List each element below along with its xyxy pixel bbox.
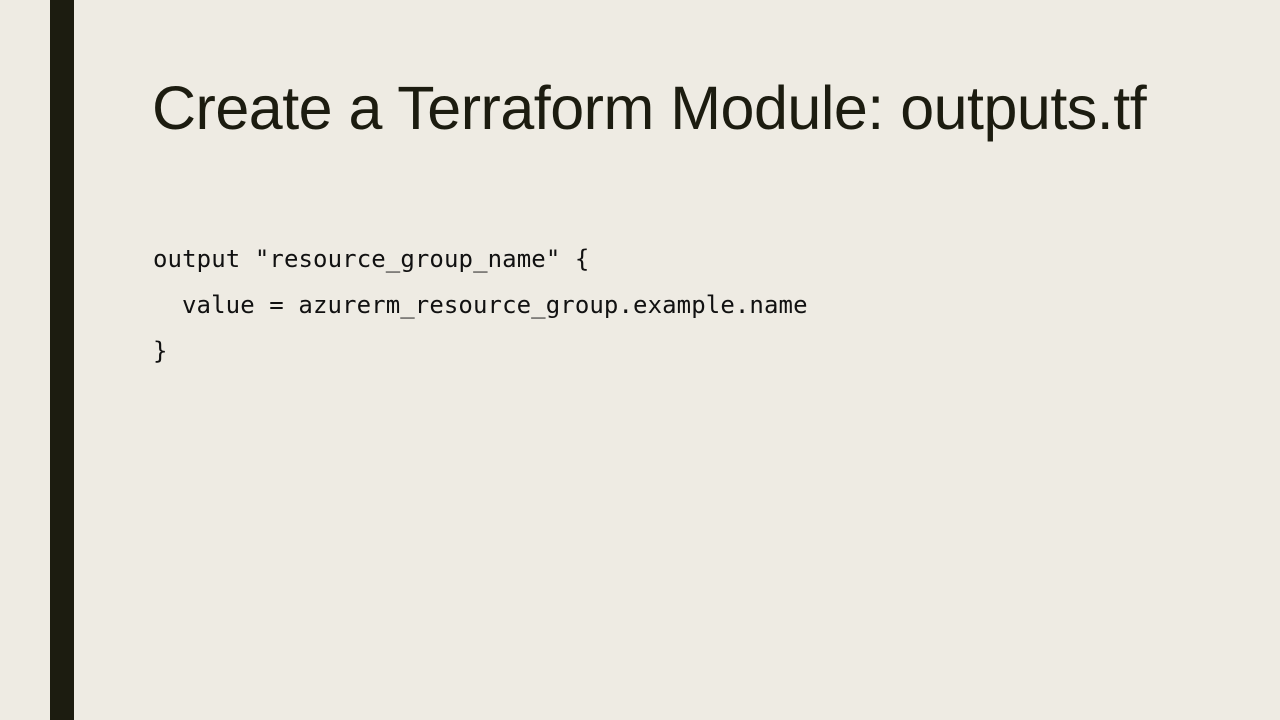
slide: Create a Terraform Module: outputs.tf ou… [0,0,1280,720]
code-line: output "resource_group_name" { [153,245,590,273]
code-line: } [153,337,168,365]
accent-bar [50,0,74,720]
code-block: output "resource_group_name" { value = a… [153,236,808,374]
slide-title: Create a Terraform Module: outputs.tf [152,74,1147,142]
code-line: value = azurerm_resource_group.example.n… [182,291,808,319]
